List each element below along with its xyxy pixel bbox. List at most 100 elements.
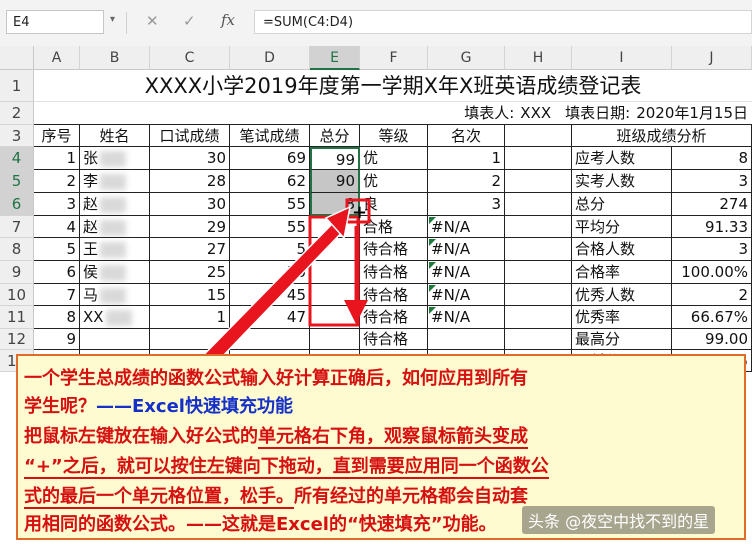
- written-score[interactable]: 5: [230, 238, 310, 261]
- rank[interactable]: #N/A: [428, 261, 505, 284]
- blank-cell[interactable]: [505, 193, 572, 216]
- rank[interactable]: 3: [428, 193, 505, 216]
- total-score[interactable]: [310, 216, 360, 238]
- chevron-down-icon[interactable]: ▾: [110, 14, 115, 25]
- error-indicator-icon[interactable]: [429, 285, 436, 292]
- column-header-d[interactable]: D: [230, 46, 310, 70]
- row-header-5[interactable]: 5: [0, 170, 34, 193]
- written-score[interactable]: 69: [230, 147, 310, 170]
- student-name[interactable]: 张: [80, 147, 150, 170]
- oral-score[interactable]: 30: [150, 147, 230, 170]
- grade[interactable]: 待合格: [360, 261, 428, 284]
- header-6[interactable]: 名次: [428, 125, 505, 147]
- student-no[interactable]: 1: [34, 147, 80, 170]
- cancel-icon[interactable]: ✕: [146, 12, 159, 30]
- name-box[interactable]: E4: [6, 10, 104, 34]
- column-header-h[interactable]: H: [505, 46, 572, 70]
- column-header-g[interactable]: G: [428, 46, 505, 70]
- student-name[interactable]: 马: [80, 284, 150, 306]
- column-header-f[interactable]: F: [360, 46, 428, 70]
- fx-icon[interactable]: fx: [221, 11, 235, 29]
- written-score[interactable]: 55: [230, 193, 310, 216]
- blank-cell[interactable]: [505, 125, 572, 147]
- row-header-2[interactable]: 2: [0, 102, 34, 125]
- stat-value[interactable]: 99.00: [672, 329, 752, 350]
- rank[interactable]: 2: [428, 170, 505, 193]
- select-all-corner[interactable]: [0, 46, 34, 70]
- student-no[interactable]: 9: [34, 329, 80, 350]
- error-indicator-icon[interactable]: [429, 217, 436, 224]
- stat-value[interactable]: 8: [672, 147, 752, 170]
- stat-label[interactable]: 优秀率: [572, 306, 672, 329]
- total-score[interactable]: 8: [310, 193, 360, 216]
- student-name[interactable]: XX: [80, 306, 150, 329]
- grade[interactable]: 优: [360, 170, 428, 193]
- oral-score[interactable]: 25: [150, 261, 230, 284]
- student-no[interactable]: 4: [34, 216, 80, 238]
- oral-score[interactable]: 30: [150, 193, 230, 216]
- header-3[interactable]: 笔试成绩: [230, 125, 310, 147]
- student-no[interactable]: 2: [34, 170, 80, 193]
- total-score[interactable]: [310, 238, 360, 261]
- error-indicator-icon[interactable]: [429, 307, 436, 314]
- column-header-c[interactable]: C: [150, 46, 230, 70]
- stat-label[interactable]: 合格率: [572, 261, 672, 284]
- column-header-j[interactable]: J: [672, 46, 752, 70]
- rank[interactable]: #N/A: [428, 306, 505, 329]
- row-header-10[interactable]: 10: [0, 284, 34, 306]
- total-score[interactable]: 99: [310, 147, 360, 170]
- grade[interactable]: 优: [360, 147, 428, 170]
- column-header-e[interactable]: E: [310, 46, 360, 70]
- stat-label[interactable]: 实考人数: [572, 170, 672, 193]
- header-2[interactable]: 口试成绩: [150, 125, 230, 147]
- row-header-7[interactable]: 7: [0, 216, 34, 238]
- header-5[interactable]: 等级: [360, 125, 428, 147]
- stat-label[interactable]: 平均分: [572, 216, 672, 238]
- stat-label[interactable]: 合格人数: [572, 238, 672, 261]
- total-score[interactable]: [310, 284, 360, 306]
- student-no[interactable]: 7: [34, 284, 80, 306]
- row-header-3[interactable]: 3: [0, 125, 34, 147]
- stat-label[interactable]: 总分: [572, 193, 672, 216]
- oral-score[interactable]: 28: [150, 170, 230, 193]
- oral-score[interactable]: 15: [150, 284, 230, 306]
- oral-score[interactable]: 1: [150, 306, 230, 329]
- oral-score[interactable]: [150, 329, 230, 350]
- rank[interactable]: #N/A: [428, 284, 505, 306]
- analysis-header[interactable]: 班级成绩分析: [572, 125, 752, 147]
- written-score[interactable]: 55: [230, 216, 310, 238]
- grade[interactable]: 待合格: [360, 329, 428, 350]
- total-score[interactable]: [310, 306, 360, 329]
- written-score[interactable]: [230, 329, 310, 350]
- written-score[interactable]: 50: [230, 261, 310, 284]
- total-score[interactable]: [310, 261, 360, 284]
- grade[interactable]: 待合格: [360, 284, 428, 306]
- blank-cell[interactable]: [505, 329, 572, 350]
- blank-cell[interactable]: [505, 238, 572, 261]
- stat-label[interactable]: 应考人数: [572, 147, 672, 170]
- column-header-a[interactable]: A: [34, 46, 80, 70]
- student-name[interactable]: 赵: [80, 216, 150, 238]
- error-indicator-icon[interactable]: [429, 239, 436, 246]
- stat-value[interactable]: 3: [672, 238, 752, 261]
- blank-cell[interactable]: [505, 170, 572, 193]
- blank-cell[interactable]: [505, 147, 572, 170]
- column-header-b[interactable]: B: [80, 46, 150, 70]
- column-header-i[interactable]: I: [572, 46, 672, 70]
- rank[interactable]: #N/A: [428, 238, 505, 261]
- student-no[interactable]: 3: [34, 193, 80, 216]
- blank-cell[interactable]: [505, 216, 572, 238]
- stat-label[interactable]: 优秀人数: [572, 284, 672, 306]
- student-name[interactable]: 赵: [80, 193, 150, 216]
- sheet-title[interactable]: XXXX小学2019年度第一学期X年X班英语成绩登记表: [34, 70, 752, 102]
- student-no[interactable]: 8: [34, 306, 80, 329]
- row-header-12[interactable]: 12: [0, 329, 34, 350]
- oral-score[interactable]: 29: [150, 216, 230, 238]
- stat-value[interactable]: 274: [672, 193, 752, 216]
- stat-value[interactable]: 3: [672, 170, 752, 193]
- total-score[interactable]: 90: [310, 170, 360, 193]
- oral-score[interactable]: 27: [150, 238, 230, 261]
- stat-value[interactable]: 100.00%: [672, 261, 752, 284]
- stat-label[interactable]: 最高分: [572, 329, 672, 350]
- stat-value[interactable]: 2: [672, 284, 752, 306]
